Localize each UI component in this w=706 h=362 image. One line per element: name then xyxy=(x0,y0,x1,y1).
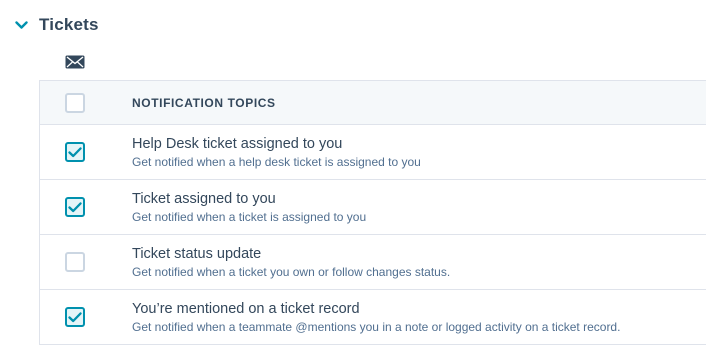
table-header-row: NOTIFICATION TOPICS xyxy=(40,81,706,125)
topic-checkbox[interactable] xyxy=(65,197,85,217)
table-row: Ticket status update Get notified when a… xyxy=(40,235,706,290)
notification-topics-table: NOTIFICATION TOPICS Help Desk ticket ass… xyxy=(39,80,706,345)
chevron-down-icon xyxy=(14,18,28,32)
topic-description: Get notified when a help desk ticket is … xyxy=(132,154,421,169)
table-row: Help Desk ticket assigned to you Get not… xyxy=(40,125,706,180)
topic-title: Help Desk ticket assigned to you xyxy=(132,135,343,152)
topic-title: Ticket assigned to you xyxy=(132,190,276,207)
table-row: You’re mentioned on a ticket record Get … xyxy=(40,290,706,345)
topic-title: Ticket status update xyxy=(132,245,262,262)
check-icon xyxy=(68,146,82,157)
select-all-checkbox[interactable] xyxy=(65,92,85,113)
section-title: Tickets xyxy=(39,15,99,34)
topic-checkbox[interactable] xyxy=(65,142,85,162)
topic-description: Get notified when a teammate @mentions y… xyxy=(132,319,621,334)
table-row: Ticket assigned to you Get notified when… xyxy=(40,180,706,235)
topic-checkbox[interactable] xyxy=(65,252,85,272)
check-icon xyxy=(68,311,82,322)
topic-description: Get notified when a ticket is assigned t… xyxy=(132,209,367,224)
section-toggle-tickets[interactable]: Tickets xyxy=(14,10,99,40)
envelope-icon xyxy=(65,55,85,69)
check-icon xyxy=(68,201,82,212)
topic-description: Get notified when a ticket you own or fo… xyxy=(132,264,451,279)
topic-checkbox[interactable] xyxy=(65,307,85,327)
topic-title: You’re mentioned on a ticket record xyxy=(132,300,360,317)
column-header-topics: NOTIFICATION TOPICS xyxy=(132,95,276,110)
